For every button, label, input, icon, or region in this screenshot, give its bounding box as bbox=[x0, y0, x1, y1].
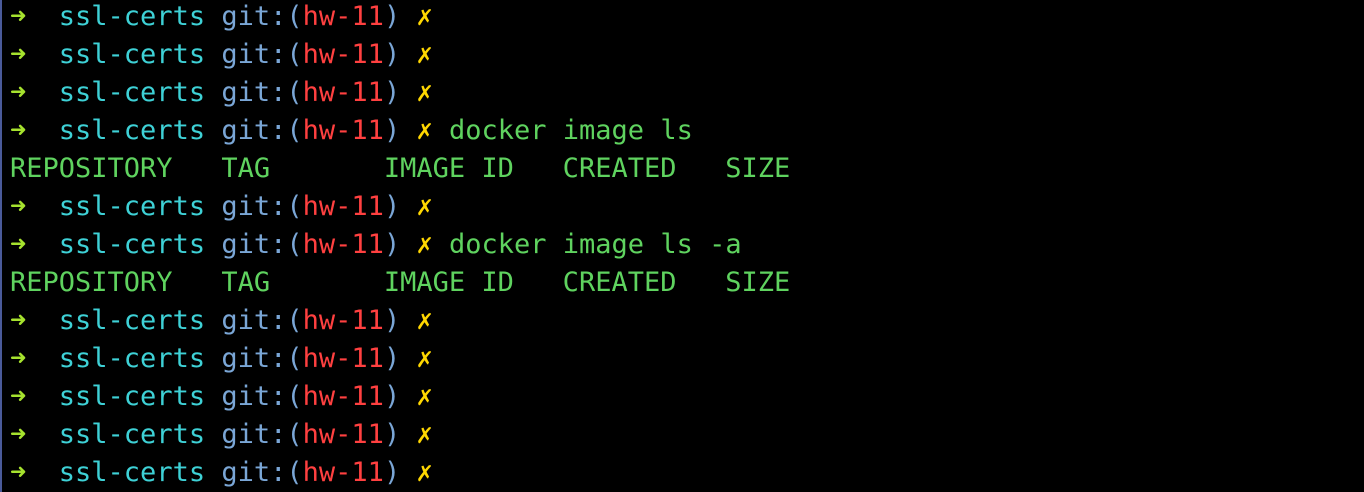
prompt-arrow-icon: ➜ bbox=[10, 305, 27, 336]
prompt-paren-close: ) bbox=[383, 1, 401, 32]
output-text: REPOSITORY TAG IMAGE ID CREATED SIZE bbox=[10, 153, 791, 184]
prompt-line: ➜ ssl-certs git:(hw-11) ✗ bbox=[10, 188, 1350, 226]
prompt-branch: hw-11 bbox=[302, 115, 384, 146]
terminal-output: ➜ ssl-certs git:(hw-11) ✗ ➜ ssl-certs git… bbox=[10, 0, 1350, 492]
prompt-git-label: git: bbox=[221, 115, 287, 146]
scroll-indicator bbox=[0, 0, 2, 492]
prompt-arrow-icon: ➜ bbox=[10, 457, 27, 488]
prompt-git-label: git: bbox=[221, 343, 287, 374]
prompt-directory: ssl-certs bbox=[58, 77, 206, 108]
prompt-paren-close: ) bbox=[383, 305, 401, 336]
prompt-directory: ssl-certs bbox=[58, 191, 206, 222]
prompt-dirty-icon: ✗ bbox=[416, 115, 433, 146]
prompt-directory: ssl-certs bbox=[58, 115, 206, 146]
prompt-line: ➜ ssl-certs git:(hw-11) ✗ bbox=[10, 36, 1350, 74]
prompt-paren-open: ( bbox=[286, 305, 303, 336]
prompt-directory: ssl-certs bbox=[58, 457, 206, 488]
prompt-paren-close: ) bbox=[383, 457, 401, 488]
prompt-git-label: git: bbox=[221, 381, 287, 412]
prompt-dirty-icon: ✗ bbox=[416, 1, 433, 32]
prompt-branch: hw-11 bbox=[302, 305, 384, 336]
prompt-git-label: git: bbox=[221, 305, 287, 336]
output-line: REPOSITORY TAG IMAGE ID CREATED SIZE bbox=[10, 150, 1350, 188]
output-line: REPOSITORY TAG IMAGE ID CREATED SIZE bbox=[10, 264, 1350, 302]
prompt-paren-close: ) bbox=[383, 229, 401, 260]
prompt-branch: hw-11 bbox=[302, 343, 384, 374]
prompt-line: ➜ ssl-certs git:(hw-11) ✗ bbox=[10, 0, 1350, 36]
prompt-git-label: git: bbox=[221, 1, 287, 32]
prompt-dirty-icon: ✗ bbox=[416, 381, 433, 412]
output-text: REPOSITORY TAG IMAGE ID CREATED SIZE bbox=[10, 267, 791, 298]
prompt-paren-close: ) bbox=[383, 343, 401, 374]
prompt-line: ➜ ssl-certs git:(hw-11) ✗ bbox=[10, 454, 1350, 492]
prompt-paren-open: ( bbox=[286, 343, 303, 374]
prompt-paren-open: ( bbox=[286, 77, 303, 108]
prompt-arrow-icon: ➜ bbox=[10, 419, 27, 450]
prompt-branch: hw-11 bbox=[302, 191, 384, 222]
prompt-arrow-icon: ➜ bbox=[10, 191, 27, 222]
prompt-paren-close: ) bbox=[383, 381, 401, 412]
prompt-paren-open: ( bbox=[286, 1, 303, 32]
prompt-arrow-icon: ➜ bbox=[10, 381, 27, 412]
prompt-git-label: git: bbox=[221, 229, 287, 260]
prompt-dirty-icon: ✗ bbox=[416, 77, 433, 108]
prompt-paren-open: ( bbox=[286, 419, 303, 450]
prompt-paren-close: ) bbox=[383, 115, 401, 146]
terminal-window[interactable]: ➜ ssl-certs git:(hw-11) ✗ ➜ ssl-certs git… bbox=[0, 0, 1364, 492]
prompt-line: ➜ ssl-certs git:(hw-11) ✗ bbox=[10, 378, 1350, 416]
prompt-line: ➜ ssl-certs git:(hw-11) ✗ bbox=[10, 416, 1350, 454]
prompt-git-label: git: bbox=[221, 457, 287, 488]
prompt-paren-close: ) bbox=[383, 191, 401, 222]
prompt-branch: hw-11 bbox=[302, 229, 384, 260]
prompt-line: ➜ ssl-certs git:(hw-11) ✗ bbox=[10, 340, 1350, 378]
prompt-dirty-icon: ✗ bbox=[416, 39, 433, 70]
prompt-git-label: git: bbox=[221, 39, 287, 70]
prompt-dirty-icon: ✗ bbox=[416, 419, 433, 450]
prompt-paren-open: ( bbox=[286, 39, 303, 70]
prompt-git-label: git: bbox=[221, 191, 287, 222]
prompt-arrow-icon: ➜ bbox=[10, 229, 27, 260]
prompt-line: ➜ ssl-certs git:(hw-11) ✗ docker image l… bbox=[10, 226, 1350, 264]
prompt-paren-open: ( bbox=[286, 381, 303, 412]
prompt-branch: hw-11 bbox=[302, 457, 384, 488]
prompt-paren-open: ( bbox=[286, 115, 303, 146]
prompt-paren-close: ) bbox=[383, 419, 401, 450]
prompt-branch: hw-11 bbox=[302, 39, 384, 70]
prompt-dirty-icon: ✗ bbox=[416, 343, 433, 374]
prompt-arrow-icon: ➜ bbox=[10, 39, 27, 70]
prompt-paren-open: ( bbox=[286, 457, 303, 488]
command-text: docker image ls -a bbox=[449, 229, 742, 260]
prompt-branch: hw-11 bbox=[302, 77, 384, 108]
prompt-paren-close: ) bbox=[383, 77, 401, 108]
prompt-directory: ssl-certs bbox=[58, 1, 206, 32]
prompt-paren-close: ) bbox=[383, 39, 401, 70]
prompt-line: ➜ ssl-certs git:(hw-11) ✗ docker image l… bbox=[10, 112, 1350, 150]
prompt-dirty-icon: ✗ bbox=[416, 457, 433, 488]
prompt-dirty-icon: ✗ bbox=[416, 305, 433, 336]
prompt-paren-open: ( bbox=[286, 191, 303, 222]
prompt-git-label: git: bbox=[221, 419, 287, 450]
command-text: docker image ls bbox=[449, 115, 693, 146]
prompt-arrow-icon: ➜ bbox=[10, 77, 27, 108]
prompt-directory: ssl-certs bbox=[58, 381, 206, 412]
prompt-directory: ssl-certs bbox=[58, 343, 206, 374]
prompt-line: ➜ ssl-certs git:(hw-11) ✗ bbox=[10, 74, 1350, 112]
prompt-directory: ssl-certs bbox=[58, 419, 206, 450]
prompt-paren-open: ( bbox=[286, 229, 303, 260]
prompt-arrow-icon: ➜ bbox=[10, 115, 27, 146]
prompt-branch: hw-11 bbox=[302, 419, 384, 450]
prompt-arrow-icon: ➜ bbox=[10, 1, 27, 32]
prompt-dirty-icon: ✗ bbox=[416, 191, 433, 222]
prompt-git-label: git: bbox=[221, 77, 287, 108]
prompt-line: ➜ ssl-certs git:(hw-11) ✗ bbox=[10, 302, 1350, 340]
prompt-arrow-icon: ➜ bbox=[10, 343, 27, 374]
prompt-dirty-icon: ✗ bbox=[416, 229, 433, 260]
prompt-branch: hw-11 bbox=[302, 1, 384, 32]
prompt-directory: ssl-certs bbox=[58, 305, 206, 336]
prompt-directory: ssl-certs bbox=[58, 229, 206, 260]
prompt-branch: hw-11 bbox=[302, 381, 384, 412]
prompt-directory: ssl-certs bbox=[58, 39, 206, 70]
